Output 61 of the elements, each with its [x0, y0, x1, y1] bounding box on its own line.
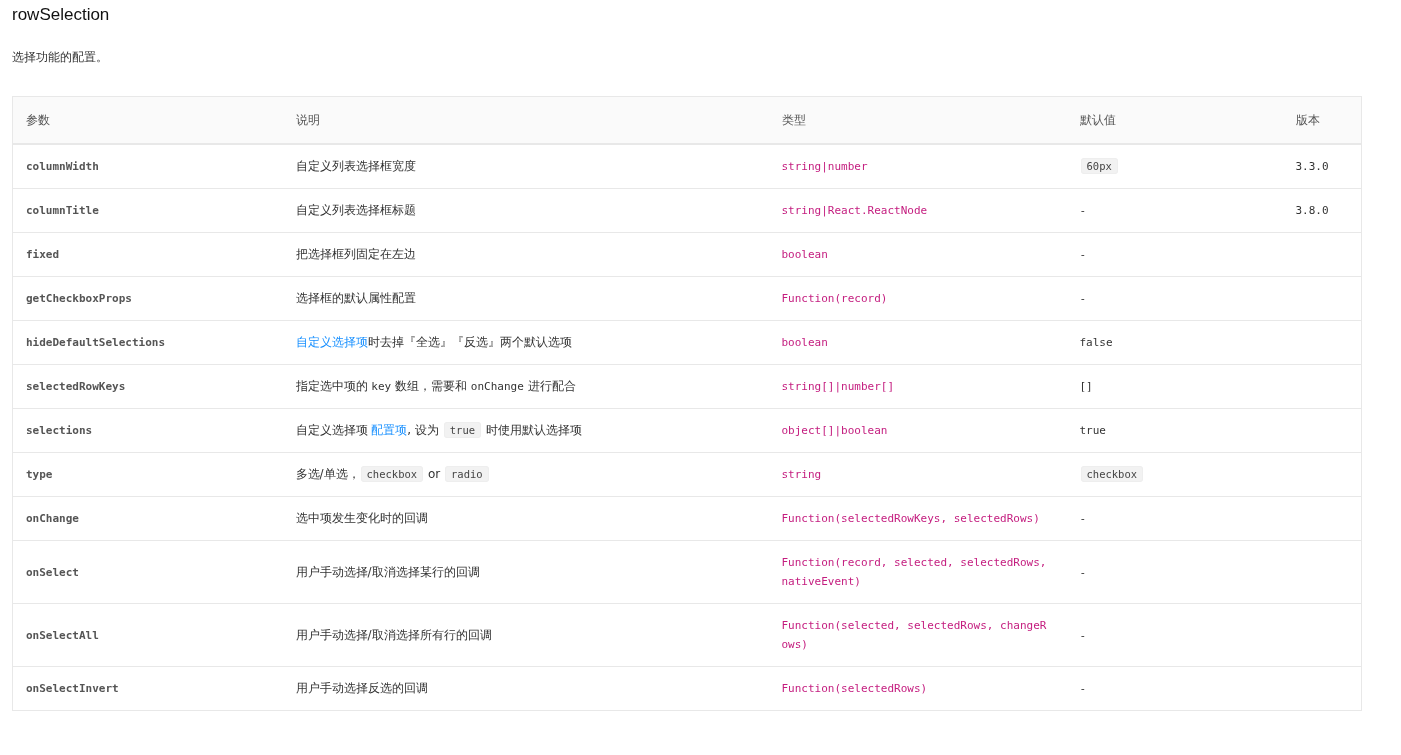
description-text: 用户手动选择/取消选择所有行的回调 [295, 627, 492, 642]
version-text: 3.3.0 [1295, 160, 1329, 173]
description-text: 多选/单选， checkbox or radio [295, 467, 490, 481]
column-header: 说明 [295, 113, 320, 127]
param-name: selections [26, 424, 93, 437]
type-text: string|number [781, 159, 868, 175]
default-value: true [1079, 424, 1106, 437]
type-text: object[]|boolean [781, 423, 888, 439]
param-name: getCheckboxProps [26, 292, 132, 305]
type-text: Function(record, selected, selectedRows, nativeEvent) [781, 555, 1048, 590]
description-text: 用户手动选择反选的回调 [295, 681, 428, 695]
column-header: 类型 [781, 113, 806, 127]
type-text: boolean [781, 335, 828, 351]
param-name: selectedRowKeys [26, 380, 126, 393]
description-text: 选择框的默认属性配置 [295, 291, 416, 305]
description-text: 自定义列表选择框标题 [295, 203, 416, 217]
intro-text: 选择功能的配置。 [12, 49, 109, 66]
default-value: - [1079, 628, 1087, 642]
description-text: 用户手动选择/取消选择某行的回调 [295, 564, 480, 579]
param-name: onSelectInvert [26, 682, 119, 695]
doc-link[interactable]: 自定义选择项 [295, 335, 368, 349]
type-text: Function(record) [781, 291, 888, 307]
default-value: - [1079, 292, 1087, 305]
type-text: string|React.ReactNode [781, 203, 928, 219]
default-value: - [1079, 565, 1087, 579]
section-heading: rowSelection [12, 4, 111, 26]
default-value: - [1079, 204, 1087, 217]
type-text: Function(selectedRows) [781, 681, 928, 697]
default-value: 60px [1080, 158, 1118, 174]
param-name: hideDefaultSelections [26, 336, 166, 349]
column-header: 默认值 [1079, 113, 1116, 127]
default-value: - [1079, 248, 1087, 261]
default-value: false [1079, 336, 1113, 349]
type-text: Function(selectedRowKeys, selectedRows) [781, 511, 1040, 527]
param-name: type [26, 468, 53, 481]
column-header: 版本 [1295, 113, 1320, 127]
default-value: [] [1079, 380, 1093, 393]
type-text: boolean [781, 247, 828, 263]
description-text: 指定选中项的 key 数组，需要和 onChange 进行配合 [295, 379, 576, 393]
param-name: fixed [26, 248, 60, 261]
description-text: 自定义列表选择框宽度 [295, 159, 416, 173]
type-text: string[]|number[] [781, 379, 895, 395]
default-value: checkbox [1080, 466, 1144, 482]
default-value: - [1079, 682, 1087, 695]
description-text: 选中项发生变化时的回调 [295, 511, 428, 525]
description-text: 自定义选择项 配置项, 设为 true 时使用默认选择项 [295, 423, 582, 437]
param-name: onChange [26, 512, 79, 525]
param-name: columnTitle [26, 204, 99, 217]
column-header: 参数 [26, 113, 50, 127]
param-name: onSelect [26, 565, 79, 579]
type-text: Function(selected, selectedRows, changeRows) [781, 618, 1048, 653]
type-text: string [781, 467, 822, 483]
param-name: onSelectAll [26, 628, 99, 642]
default-value: - [1079, 512, 1087, 525]
inline-code: radio [445, 466, 489, 482]
inline-code: true [443, 422, 482, 438]
description-text: 自定义选择项时去掉『全选』『反选』两个默认选项 [295, 335, 572, 349]
version-text: 3.8.0 [1295, 204, 1329, 217]
inline-code: checkbox [360, 466, 424, 482]
description-text: 把选择框列固定在左边 [295, 247, 416, 261]
param-name: columnWidth [26, 160, 99, 173]
